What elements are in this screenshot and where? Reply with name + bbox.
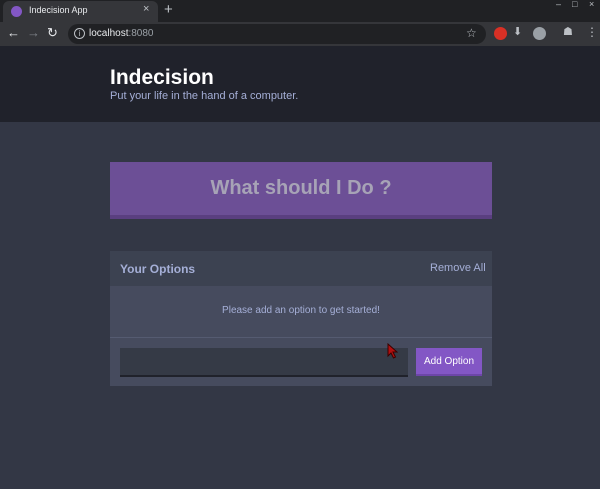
forward-arrow-icon[interactable]: →	[27, 25, 40, 41]
extension-download-icon[interactable]: ⬇	[513, 25, 522, 38]
browser-tab[interactable]: Indecision App ×	[3, 1, 158, 22]
maximize-window-icon[interactable]: □	[572, 0, 577, 9]
browser-menu-icon[interactable]: ⋮	[586, 26, 598, 38]
remove-all-button[interactable]: Remove All	[430, 262, 486, 274]
app-header: Indecision Put your life in the hand of …	[0, 46, 600, 122]
bookmark-star-icon[interactable]: ☆	[466, 26, 477, 40]
divider	[110, 337, 492, 338]
url-text: localhost:8080	[89, 28, 154, 39]
tab-close-icon[interactable]: ×	[143, 3, 149, 15]
what-should-i-do-button[interactable]: What should I Do ?	[110, 162, 492, 219]
extension-red-icon[interactable]	[494, 27, 507, 40]
url-port: :8080	[128, 28, 154, 39]
address-bar[interactable]: i localhost:8080 ☆	[68, 24, 486, 44]
site-info-icon[interactable]: i	[74, 28, 85, 39]
tab-title: Indecision App	[29, 5, 88, 15]
reload-icon[interactable]: ↻	[47, 25, 58, 41]
app-subtitle: Put your life in the hand of a computer.	[110, 90, 299, 102]
empty-options-message: Please add an option to get started!	[222, 305, 380, 316]
incognito-icon[interactable]: ☗	[563, 25, 573, 38]
app-title: Indecision	[110, 66, 214, 89]
tab-favicon-icon	[11, 6, 22, 17]
option-input[interactable]	[120, 348, 408, 377]
add-option-button[interactable]: Add Option	[416, 348, 482, 376]
close-window-icon[interactable]: ×	[589, 0, 594, 9]
browser-tabstrip: Indecision App × + – □ ×	[0, 0, 600, 22]
options-title: Your Options	[120, 262, 196, 276]
url-host: localhost	[89, 28, 129, 39]
back-arrow-icon[interactable]: ←	[7, 25, 20, 41]
mouse-cursor-icon	[387, 343, 398, 359]
options-header: Your Options Remove All	[110, 251, 492, 286]
browser-toolbar: ← → ↻ i localhost:8080 ☆ ⬇ ☗ ⋮	[0, 22, 600, 46]
minimize-window-icon[interactable]: –	[556, 0, 561, 9]
new-tab-button[interactable]: +	[164, 1, 173, 19]
options-widget: Your Options Remove All Please add an op…	[110, 251, 492, 386]
extension-gray-icon[interactable]	[533, 27, 546, 40]
